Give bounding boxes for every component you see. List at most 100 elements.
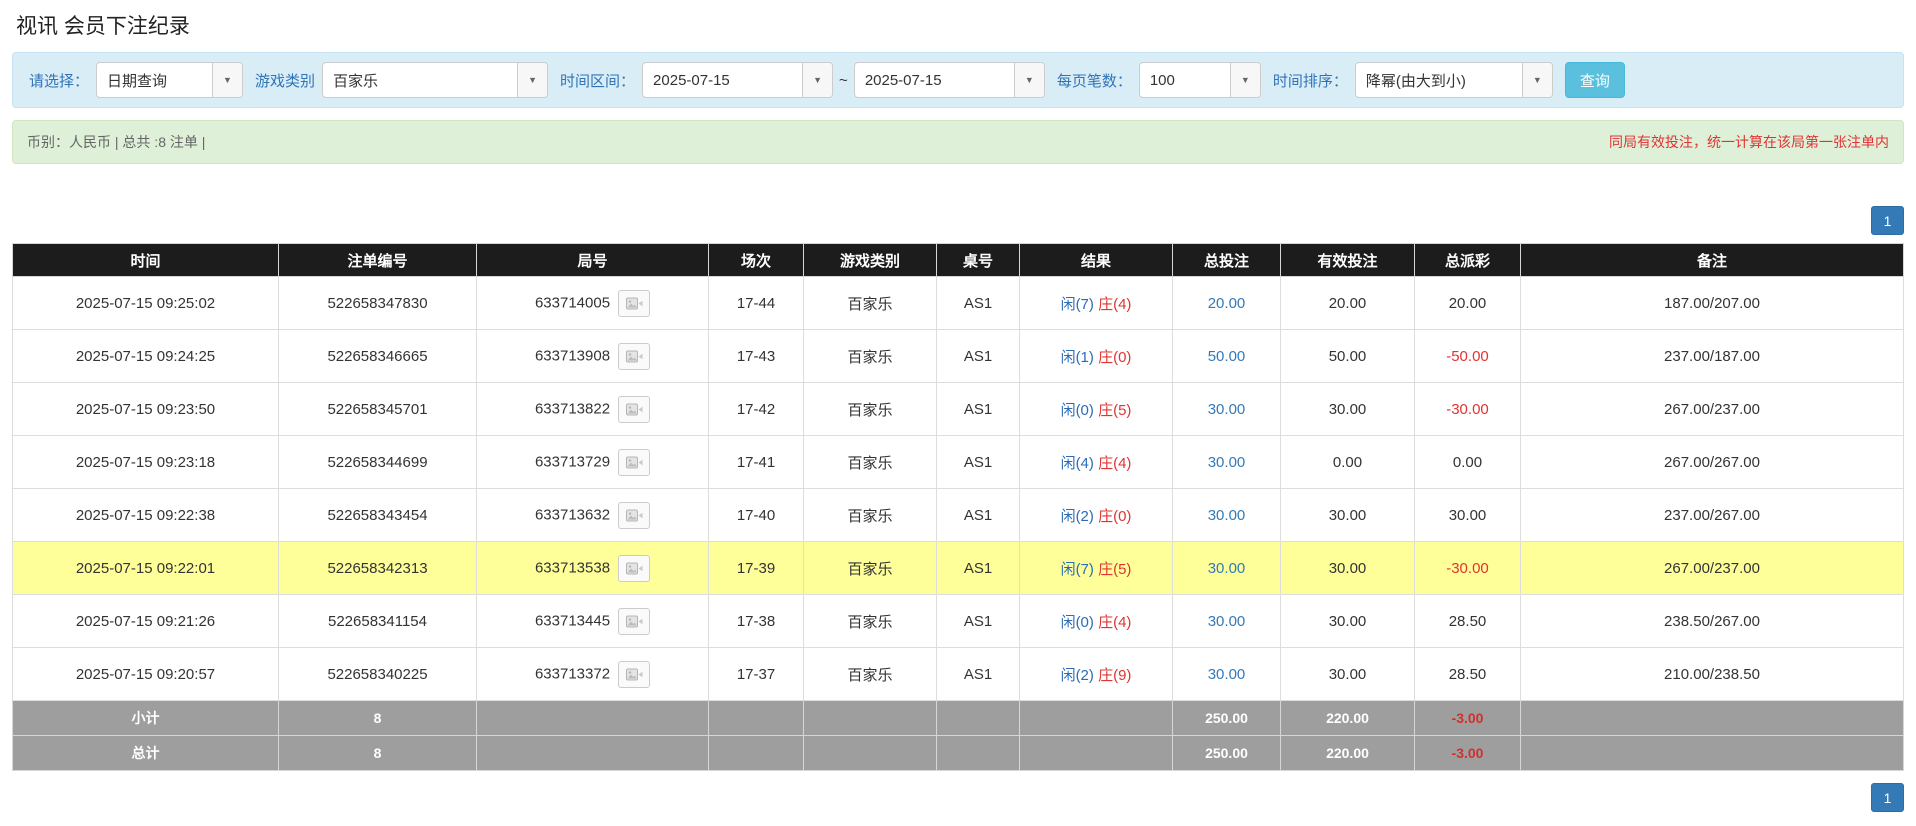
notice-text: 同局有效投注，统一计算在该局第一张注单内 bbox=[1609, 134, 1889, 150]
cell-payout: 28.50 bbox=[1414, 594, 1521, 648]
summary-empty-cell bbox=[1520, 735, 1904, 771]
chevron-down-icon[interactable]: ▼ bbox=[1229, 63, 1260, 97]
currency-summary-text: 币别：人民币 | 总共 :8 注单 | bbox=[27, 134, 206, 150]
summary-valid-bet: 220.00 bbox=[1280, 700, 1415, 736]
chevron-down-icon[interactable]: ▼ bbox=[1521, 63, 1552, 97]
table-header: 时间 注单编号 局号 场次 游戏类别 桌号 结果 总投注 有效投注 总派彩 备注 bbox=[12, 243, 1904, 277]
cell-table-no: AS1 bbox=[936, 329, 1020, 383]
column-header: 有效投注 bbox=[1280, 243, 1415, 277]
cell-total-bet: 50.00 bbox=[1172, 329, 1281, 383]
chevron-down-icon[interactable]: ▼ bbox=[1013, 63, 1044, 97]
cell-bet-id: 522658345701 bbox=[278, 382, 477, 436]
cell-total-bet: 30.00 bbox=[1172, 541, 1281, 595]
chevron-down-icon[interactable]: ▼ bbox=[517, 63, 548, 97]
summary-row: 小计 8 250.00 220.00 -3.00 bbox=[12, 700, 1904, 736]
cell-time: 2025-07-15 09:20:57 bbox=[12, 647, 279, 701]
cell-total-bet: 30.00 bbox=[1172, 488, 1281, 542]
page-button-1[interactable]: 1 bbox=[1871, 206, 1904, 235]
cell-time: 2025-07-15 09:25:02 bbox=[12, 276, 279, 330]
page-button-1[interactable]: 1 bbox=[1871, 783, 1904, 812]
cell-remark: 237.00/187.00 bbox=[1520, 329, 1904, 383]
query-type-select[interactable]: 日期查询 ▼ bbox=[96, 62, 244, 98]
total-bet-link[interactable]: 30.00 bbox=[1208, 401, 1246, 418]
cell-payout: -30.00 bbox=[1414, 541, 1521, 595]
date-from-input[interactable]: 2025-07-15 ▼ bbox=[642, 62, 834, 98]
cell-round-id: 633713445 bbox=[476, 594, 709, 648]
page-title: 视讯 会员下注纪录 bbox=[16, 15, 190, 38]
cell-round-id: 633714005 bbox=[476, 276, 709, 330]
video-replay-icon[interactable] bbox=[618, 342, 651, 370]
result-player: 闲(4) bbox=[1060, 454, 1094, 472]
total-bet-link[interactable]: 30.00 bbox=[1208, 507, 1246, 524]
bet-records-table: 时间 注单编号 局号 场次 游戏类别 桌号 结果 总投注 有效投注 总派彩 备注 2025-07-1… bbox=[12, 243, 1904, 771]
cell-valid-bet: 30.00 bbox=[1280, 382, 1415, 436]
cell-result: 闲(0) 庄(5) bbox=[1019, 382, 1173, 436]
cell-game-type: 百家乐 bbox=[803, 329, 937, 383]
date-to-input[interactable]: 2025-07-15 ▼ bbox=[853, 62, 1045, 98]
cell-round-id: 633713632 bbox=[476, 488, 709, 542]
cell-round-id: 633713822 bbox=[476, 382, 709, 436]
cell-round-id: 633713538 bbox=[476, 541, 709, 595]
cell-remark: 267.00/237.00 bbox=[1520, 382, 1904, 436]
cell-valid-bet: 30.00 bbox=[1280, 488, 1415, 542]
cell-valid-bet: 0.00 bbox=[1280, 435, 1415, 489]
column-header: 桌号 bbox=[936, 243, 1020, 277]
total-bet-link[interactable]: 30.00 bbox=[1208, 560, 1246, 577]
cell-game-type: 百家乐 bbox=[803, 488, 937, 542]
cell-game-type: 百家乐 bbox=[803, 435, 937, 489]
video-replay-icon[interactable] bbox=[618, 448, 651, 476]
summary-empty-cell bbox=[936, 735, 1020, 771]
video-replay-icon[interactable] bbox=[618, 554, 651, 582]
cell-game-type: 百家乐 bbox=[803, 541, 937, 595]
summary-empty-cell bbox=[936, 700, 1020, 736]
filter-bar: 请选择： 日期查询 ▼ 游戏类别 百家乐 ▼ 时间区间： 2025-07-15 … bbox=[12, 52, 1904, 108]
video-replay-icon[interactable] bbox=[618, 501, 651, 529]
video-replay-icon[interactable] bbox=[618, 660, 651, 688]
time-range-label: 时间区间： bbox=[560, 72, 636, 90]
summary-empty-cell bbox=[803, 700, 937, 736]
cell-remark: 187.00/207.00 bbox=[1520, 276, 1904, 330]
chevron-down-icon[interactable]: ▼ bbox=[212, 63, 243, 97]
game-type-select[interactable]: 百家乐 ▼ bbox=[322, 62, 549, 98]
sort-select[interactable]: 降幂(由大到小) ▼ bbox=[1354, 62, 1553, 98]
total-bet-link[interactable]: 30.00 bbox=[1208, 613, 1246, 630]
cell-session: 17-39 bbox=[708, 541, 804, 595]
cell-payout: 28.50 bbox=[1414, 647, 1521, 701]
video-replay-icon[interactable] bbox=[618, 395, 651, 423]
game-type-value: 百家乐 bbox=[333, 72, 379, 90]
result-player: 闲(7) bbox=[1060, 295, 1094, 313]
total-bet-link[interactable]: 20.00 bbox=[1208, 295, 1246, 312]
cell-time: 2025-07-15 09:22:01 bbox=[12, 541, 279, 595]
table-row: 2025-07-15 09:23:18 522658344699 6337137… bbox=[12, 435, 1904, 489]
date-to-value: 2025-07-15 bbox=[864, 71, 942, 89]
cell-session: 17-40 bbox=[708, 488, 804, 542]
result-banker: 庄(0) bbox=[1098, 348, 1132, 366]
cell-session: 17-43 bbox=[708, 329, 804, 383]
total-bet-link[interactable]: 50.00 bbox=[1208, 348, 1246, 365]
chevron-down-icon[interactable]: ▼ bbox=[802, 63, 833, 97]
cell-table-no: AS1 bbox=[936, 276, 1020, 330]
cell-valid-bet: 20.00 bbox=[1280, 276, 1415, 330]
summary-total-bet: 250.00 bbox=[1172, 700, 1281, 736]
total-bet-link[interactable]: 30.00 bbox=[1208, 666, 1246, 683]
cell-table-no: AS1 bbox=[936, 541, 1020, 595]
cell-valid-bet: 30.00 bbox=[1280, 594, 1415, 648]
column-header: 时间 bbox=[12, 243, 279, 277]
summary-empty-cell bbox=[803, 735, 937, 771]
tilde-separator: ~ bbox=[839, 71, 848, 89]
cell-session: 17-41 bbox=[708, 435, 804, 489]
summary-empty-cell bbox=[708, 735, 804, 771]
cell-table-no: AS1 bbox=[936, 488, 1020, 542]
summary-empty-cell bbox=[476, 735, 709, 771]
video-replay-icon[interactable] bbox=[618, 289, 651, 317]
cell-session: 17-42 bbox=[708, 382, 804, 436]
search-button[interactable]: 查询 bbox=[1564, 62, 1625, 98]
pagination-bottom: 1 bbox=[12, 783, 1904, 812]
cell-result: 闲(0) 庄(4) bbox=[1019, 594, 1173, 648]
video-replay-icon[interactable] bbox=[618, 607, 651, 635]
query-type-value: 日期查询 bbox=[107, 72, 168, 90]
round-id-text: 633713729 bbox=[534, 452, 611, 470]
column-header: 注单编号 bbox=[278, 243, 477, 277]
per-page-select[interactable]: 100 ▼ bbox=[1138, 62, 1261, 98]
total-bet-link[interactable]: 30.00 bbox=[1208, 454, 1246, 471]
